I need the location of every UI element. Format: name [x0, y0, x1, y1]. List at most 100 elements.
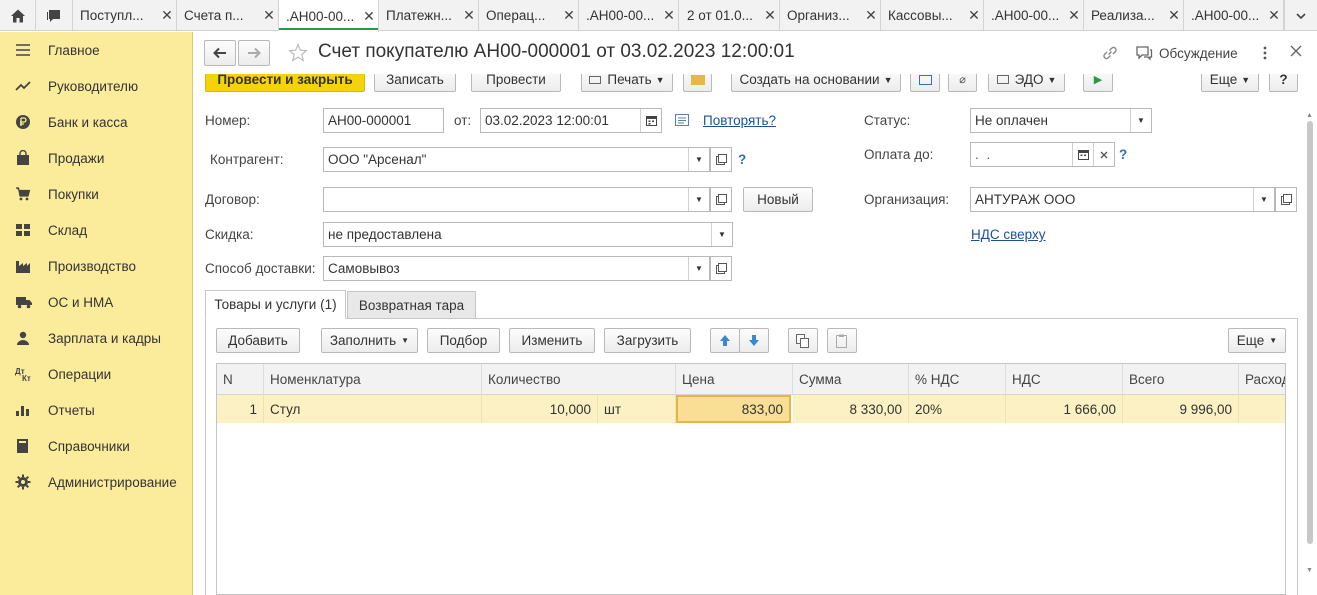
messages-button[interactable]	[36, 0, 73, 31]
pick-button[interactable]: Подбор	[427, 328, 500, 353]
contract-open-button[interactable]	[710, 187, 732, 212]
tab-10[interactable]: .АН00-00... ✕	[984, 0, 1084, 31]
tab-9[interactable]: Кассовы... ✕	[881, 0, 984, 31]
link-button[interactable]	[1101, 45, 1119, 64]
sidebar-item-5[interactable]: Покупки	[0, 176, 192, 212]
discount-dropdown-button[interactable]: ▼	[711, 223, 732, 246]
print-button[interactable]: Печать ▼	[581, 74, 673, 92]
scroll-down-icon[interactable]: ▼	[1306, 567, 1313, 574]
save-button[interactable]: Записать	[374, 74, 456, 92]
fill-button[interactable]: Заполнить ▼	[321, 328, 418, 353]
cell-sum[interactable]: 8 330,00	[793, 395, 909, 423]
close-tab-icon[interactable]: ✕	[158, 7, 176, 24]
close-tab-icon[interactable]: ✕	[965, 7, 983, 24]
vat-on-top-link[interactable]: НДС сверху	[971, 227, 1046, 242]
tab-12[interactable]: .АН00-00... ✕	[1184, 0, 1284, 31]
vertical-scrollbar[interactable]: ▲ ▼	[1305, 112, 1315, 595]
tab-1[interactable]: Поступл... ✕	[73, 0, 177, 31]
organization-open-button[interactable]	[1275, 187, 1297, 212]
sidebar-item-10[interactable]: Дт Кт Операции	[0, 356, 192, 392]
column-header-sum[interactable]: Сумма	[793, 364, 909, 395]
organization-field[interactable]: АНТУРАЖ ООО ▼	[970, 187, 1275, 212]
pay-until-field[interactable]: . .	[970, 142, 1115, 167]
contract-dropdown-button[interactable]: ▼	[688, 188, 709, 211]
column-header-total[interactable]: Всего	[1123, 364, 1239, 395]
cell-expense[interactable]	[1239, 395, 1285, 423]
column-header-n[interactable]: N	[217, 364, 264, 395]
sidebar-item-6[interactable]: Склад	[0, 212, 192, 248]
tab-7[interactable]: 2 от 01.0... ✕	[680, 0, 780, 31]
cell-price[interactable]: 833,00	[676, 395, 791, 423]
pay-until-calendar-button[interactable]	[1072, 143, 1093, 166]
tab-11[interactable]: Реализа... ✕	[1084, 0, 1184, 31]
scroll-up-icon[interactable]: ▲	[1306, 112, 1313, 119]
edo-button[interactable]: ЭДО ▼	[988, 74, 1065, 92]
paste-rows-button[interactable]	[827, 328, 857, 353]
status-select[interactable]: Не оплачен ▼	[970, 108, 1152, 133]
status-dropdown-button[interactable]: ▼	[1130, 109, 1151, 132]
attachment-button[interactable]	[683, 74, 712, 92]
close-tab-icon[interactable]: ✕	[560, 7, 578, 24]
contractor-dropdown-button[interactable]: ▼	[688, 148, 709, 171]
post-and-close-button[interactable]: Провести и закрыть	[205, 74, 365, 92]
help-button[interactable]: ?	[1269, 74, 1298, 92]
tab-5[interactable]: Операц... ✕	[479, 0, 579, 31]
delivery-field[interactable]: Самовывоз ▼	[323, 256, 710, 281]
tab-goods-services[interactable]: Товары и услуги (1)	[205, 290, 346, 319]
close-tab-icon[interactable]: ✕	[761, 7, 779, 24]
contractor-field[interactable]: ООО "Арсенал" ▼	[323, 147, 710, 172]
column-header-item[interactable]: Номенклатура	[264, 364, 482, 395]
column-header-vat[interactable]: НДС	[1006, 364, 1123, 395]
contract-field[interactable]: ▼	[323, 187, 710, 212]
discussion-button[interactable]: Обсуждение	[1135, 45, 1238, 61]
calendar-button[interactable]	[640, 109, 661, 132]
tab-2[interactable]: Счета п... ✕	[177, 0, 279, 31]
close-button[interactable]	[1290, 45, 1302, 60]
sidebar-item-13[interactable]: Администрирование	[0, 464, 192, 500]
cell-vat-rate[interactable]: 20%	[909, 395, 1006, 423]
scrollbar-thumb[interactable]	[1307, 121, 1313, 544]
pay-until-clear-button[interactable]	[1093, 143, 1114, 166]
run-button[interactable]: ▶	[1083, 74, 1113, 92]
sidebar-item-7[interactable]: Производство	[0, 248, 192, 284]
sidebar-item-2[interactable]: Руководителю	[0, 68, 192, 104]
repeat-link[interactable]: Повторять?	[703, 113, 776, 128]
tab-6[interactable]: .АН00-00... ✕	[579, 0, 679, 31]
home-button[interactable]	[0, 0, 36, 31]
contractor-help[interactable]: ?	[738, 152, 746, 167]
sidebar-item-1[interactable]: Главное	[0, 32, 192, 68]
close-tab-icon[interactable]: ✕	[260, 7, 278, 24]
tab-returnable-containers[interactable]: Возвратная тара	[347, 291, 476, 319]
more-actions-button[interactable]	[1260, 44, 1270, 62]
post-button[interactable]: Провести	[471, 74, 561, 92]
sidebar-item-4[interactable]: Продажи	[0, 140, 192, 176]
close-tab-icon[interactable]: ✕	[1165, 7, 1183, 24]
close-tab-icon[interactable]: ✕	[360, 8, 378, 25]
close-tab-icon[interactable]: ✕	[1265, 7, 1283, 24]
move-down-button[interactable]	[739, 328, 769, 353]
new-contract-button[interactable]: Новый	[743, 187, 813, 212]
sidebar-item-3[interactable]: Банк и касса	[0, 104, 192, 140]
close-tab-icon[interactable]: ✕	[660, 7, 678, 24]
cell-vat[interactable]: 1 666,00	[1006, 395, 1123, 423]
close-tab-icon[interactable]: ✕	[862, 7, 880, 24]
date-field[interactable]: 03.02.2023 12:00:01	[480, 108, 662, 133]
number-field[interactable]: АН00-000001	[323, 108, 444, 133]
back-button[interactable]	[204, 40, 236, 66]
close-tab-icon[interactable]: ✕	[460, 7, 478, 24]
column-header-quantity[interactable]: Количество	[482, 364, 676, 395]
more-button[interactable]: Еще ▼	[1201, 74, 1259, 92]
tab-3[interactable]: .АН00-00... ✕	[279, 0, 379, 32]
sidebar-item-8[interactable]: ОС и НМА	[0, 284, 192, 320]
copy-rows-button[interactable]	[788, 328, 818, 353]
cell-quantity[interactable]: 10,000	[482, 395, 598, 423]
delivery-open-button[interactable]	[710, 256, 732, 281]
cell-item[interactable]: Стул	[264, 395, 482, 423]
discount-select[interactable]: не предоставлена ▼	[323, 222, 733, 247]
add-row-button[interactable]: Добавить	[216, 328, 300, 353]
create-based-on-button[interactable]: Создать на основании ▼	[731, 74, 901, 92]
organization-dropdown-button[interactable]: ▼	[1253, 188, 1274, 211]
column-header-expense[interactable]: Расход	[1239, 364, 1285, 395]
pay-until-help[interactable]: ?	[1119, 147, 1127, 162]
sidebar-item-12[interactable]: Справочники	[0, 428, 192, 464]
